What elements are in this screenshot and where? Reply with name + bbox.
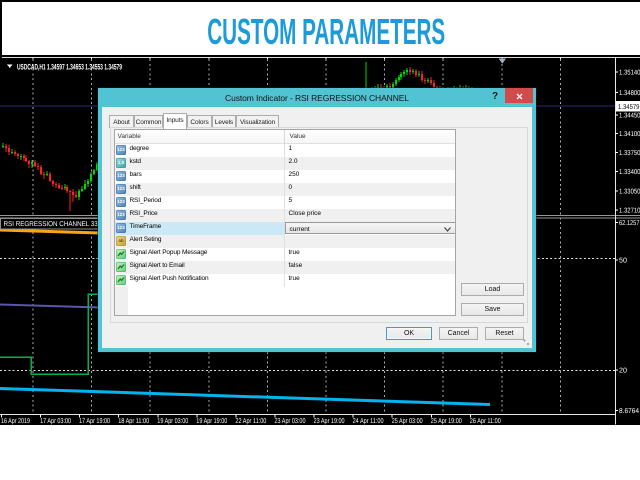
svg-text:20: 20 <box>619 368 627 375</box>
svg-text:25 Apr 03:00: 25 Apr 03:00 <box>392 418 423 425</box>
svg-text:19 Apr 19:00: 19 Apr 19:00 <box>196 418 227 425</box>
svg-text:17 Apr 19:00: 17 Apr 19:00 <box>79 418 110 425</box>
svg-text:1.34800: 1.34800 <box>619 90 640 97</box>
svg-text:16 Apr 2019: 16 Apr 2019 <box>1 418 30 425</box>
svg-text:1.34579: 1.34579 <box>618 104 640 111</box>
svg-text:8.6764: 8.6764 <box>619 408 639 415</box>
svg-text:1.33400: 1.33400 <box>619 169 640 176</box>
svg-text:17 Apr 03:00: 17 Apr 03:00 <box>40 418 71 425</box>
svg-text:23 Apr 03:00: 23 Apr 03:00 <box>275 418 306 425</box>
svg-text:25 Apr 19:00: 25 Apr 19:00 <box>431 418 462 425</box>
svg-text:22 Apr 11:00: 22 Apr 11:00 <box>235 418 266 425</box>
svg-text:24 Apr 11:00: 24 Apr 11:00 <box>353 418 384 425</box>
svg-text:18 Apr 11:00: 18 Apr 11:00 <box>118 418 149 425</box>
svg-text:1.35140: 1.35140 <box>619 70 640 77</box>
svg-text:1.33050: 1.33050 <box>619 189 640 196</box>
svg-text:19 Apr 03:00: 19 Apr 03:00 <box>157 418 188 425</box>
svg-text:1.33750: 1.33750 <box>619 150 640 157</box>
svg-text:1.34100: 1.34100 <box>619 131 640 138</box>
svg-text:1.32710: 1.32710 <box>619 208 640 215</box>
svg-text:1.34450: 1.34450 <box>619 113 640 120</box>
svg-text:26 Apr 11:00: 26 Apr 11:00 <box>470 418 501 425</box>
svg-text:USDCAD,H1 1.34597 1.34653 1.3: USDCAD,H1 1.34597 1.34653 1.34553 1.3457… <box>17 63 122 72</box>
svg-text:62.1257: 62.1257 <box>619 220 640 227</box>
svg-text:50: 50 <box>619 258 627 265</box>
svg-text:23 Apr 19:00: 23 Apr 19:00 <box>314 418 345 425</box>
svg-text:RSI REGRESSION CHANNEL 33;26: RSI REGRESSION CHANNEL 33;26 <box>4 221 107 228</box>
